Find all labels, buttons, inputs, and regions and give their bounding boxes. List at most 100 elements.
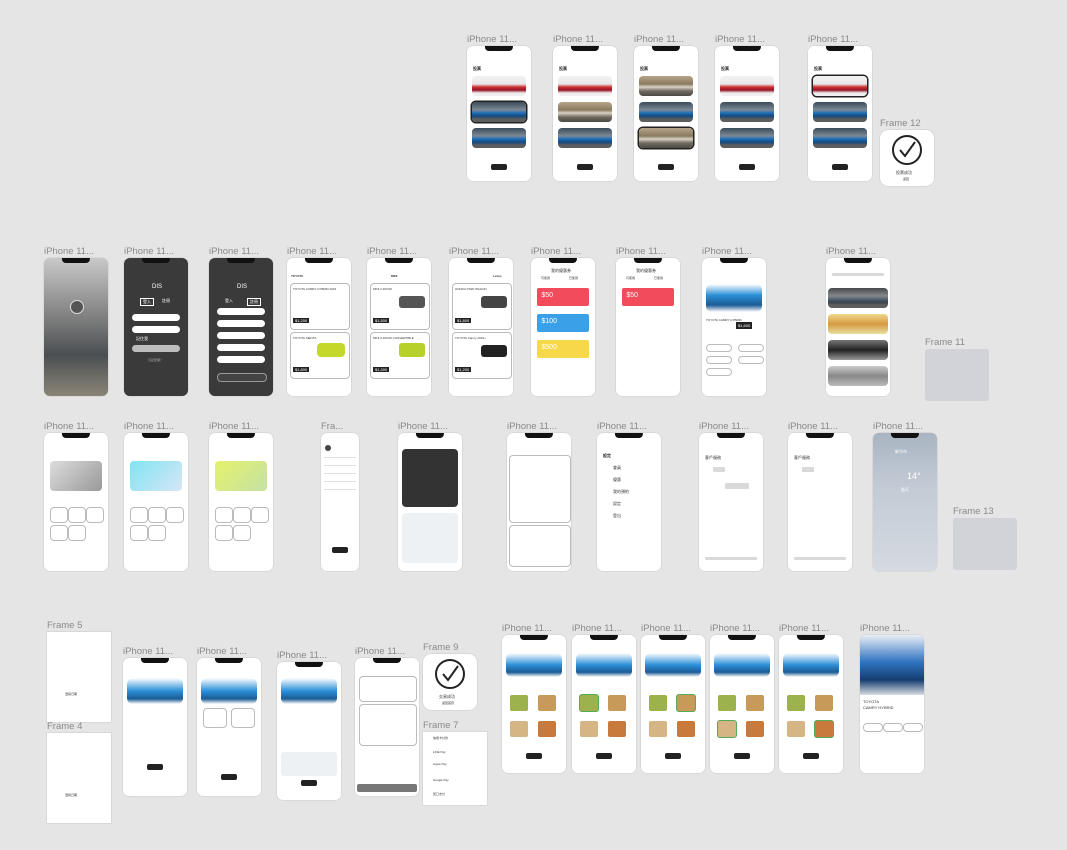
feature-tile[interactable]	[50, 507, 68, 523]
confirm-button[interactable]	[803, 753, 819, 759]
food-item[interactable]	[677, 695, 695, 711]
menu-item[interactable]: 設定	[613, 501, 621, 507]
gallery-image[interactable]	[828, 366, 888, 386]
register-field-1[interactable]	[216, 308, 266, 315]
coupon-100[interactable]: $100	[537, 314, 589, 332]
login-tab[interactable]: 登入	[225, 298, 233, 304]
brand-tab[interactable]: MINI	[391, 274, 397, 278]
food-item[interactable]	[746, 721, 764, 737]
feature-tile[interactable]	[130, 507, 148, 523]
car-listing-card[interactable]: TOYOTA CAMRY HYBRID 2019 $1,200	[290, 283, 350, 330]
feature-tile[interactable]	[215, 507, 233, 523]
feature-tile[interactable]	[68, 525, 86, 541]
food-item[interactable]	[718, 695, 736, 711]
coupon-tab-used[interactable]: 已使用	[569, 276, 578, 280]
payment-option[interactable]: 街口支付	[433, 792, 445, 796]
car-option-2[interactable]	[720, 102, 774, 122]
register-field-3[interactable]	[216, 332, 266, 339]
food-item[interactable]	[510, 695, 528, 711]
confirm-button[interactable]	[596, 753, 612, 759]
menu-item[interactable]: 我的預約	[613, 489, 629, 495]
feature-tile[interactable]	[130, 525, 148, 541]
food-item[interactable]	[510, 721, 528, 737]
order-card[interactable]	[509, 455, 571, 523]
search-bar[interactable]	[832, 273, 884, 276]
confirm-button[interactable]	[301, 780, 317, 786]
food-item[interactable]	[580, 695, 598, 711]
remember-checkbox[interactable]: 記住我	[136, 336, 148, 342]
coupon-tab-valid[interactable]: 可使用	[541, 276, 550, 280]
member-card[interactable]	[215, 461, 267, 491]
member-card[interactable]	[130, 461, 182, 491]
login-button[interactable]	[131, 345, 181, 352]
vote-submit-button[interactable]	[491, 164, 507, 170]
car-option-3[interactable]	[639, 128, 693, 148]
feature-tile[interactable]	[68, 507, 86, 523]
car-listing-card[interactable]: TOYOTA SIENTA $1,800	[290, 332, 350, 379]
food-item[interactable]	[649, 695, 667, 711]
food-item[interactable]	[538, 695, 556, 711]
confirm-button[interactable]	[221, 774, 237, 780]
feature-tile[interactable]	[148, 507, 166, 523]
car-option-2[interactable]	[639, 102, 693, 122]
car-option-3[interactable]	[558, 128, 612, 148]
option-chip[interactable]	[706, 356, 732, 364]
logout-button[interactable]	[332, 547, 348, 553]
payment-option[interactable]: 信用卡付款	[433, 736, 448, 740]
food-item[interactable]	[787, 721, 805, 737]
payment-option[interactable]: Apple Pay	[433, 762, 447, 766]
food-item[interactable]	[608, 695, 626, 711]
vote-submit-button[interactable]	[577, 164, 593, 170]
car-option-2[interactable]	[558, 102, 612, 122]
login-tab[interactable]: 登入	[140, 298, 154, 306]
food-item[interactable]	[538, 721, 556, 737]
gallery-image[interactable]	[828, 288, 888, 308]
car-listing-card[interactable]: TOYOTA Camry 2019+ $1,200	[452, 332, 512, 379]
vote-submit-button[interactable]	[658, 164, 674, 170]
order-card[interactable]	[509, 525, 571, 567]
message-input[interactable]	[794, 557, 846, 560]
confirm-button[interactable]	[734, 753, 750, 759]
option-chip[interactable]	[738, 356, 764, 364]
option-chip[interactable]	[706, 344, 732, 352]
menu-item[interactable]: 登出	[613, 513, 621, 519]
member-card[interactable]	[50, 461, 102, 491]
pickup-option[interactable]	[203, 708, 227, 728]
food-item[interactable]	[718, 721, 736, 737]
confirm-button[interactable]	[526, 753, 542, 759]
payment-option[interactable]: LINE Pay	[433, 750, 446, 754]
feature-tile[interactable]	[251, 507, 269, 523]
car-option-1[interactable]	[472, 76, 526, 96]
menu-item[interactable]: 優惠	[613, 477, 621, 483]
register-field-5[interactable]	[216, 356, 266, 363]
food-item[interactable]	[815, 695, 833, 711]
car-listing-card[interactable]: HONDA STEP WAGON $1,800	[452, 283, 512, 330]
keyboard[interactable]	[953, 518, 1017, 570]
payment-option[interactable]: Google Pay	[433, 778, 449, 782]
vote-submit-button[interactable]	[832, 164, 848, 170]
account-input[interactable]	[131, 314, 181, 321]
car-option-1[interactable]	[813, 76, 867, 96]
car-listing-card[interactable]: MINI 3-DOOR $1,500	[370, 283, 430, 330]
coupon-tab-valid[interactable]: 可使用	[626, 276, 635, 280]
feature-tile[interactable]	[233, 525, 251, 541]
gallery-image[interactable]	[828, 340, 888, 360]
password-input[interactable]	[131, 326, 181, 333]
brand-tab[interactable]: TOYOTA	[291, 274, 303, 278]
coupon-tab-used[interactable]: 已使用	[654, 276, 663, 280]
food-item[interactable]	[608, 721, 626, 737]
brand-tab[interactable]: Lexus	[493, 274, 502, 278]
option-chip[interactable]	[706, 368, 732, 376]
confirm-button[interactable]	[147, 764, 163, 770]
food-item[interactable]	[649, 721, 667, 737]
register-field-2[interactable]	[216, 320, 266, 327]
coupon-500[interactable]: $500	[537, 340, 589, 358]
register-button[interactable]	[216, 373, 268, 382]
coupon-50[interactable]: $50	[622, 288, 674, 306]
option-chip[interactable]	[738, 344, 764, 352]
car-option-1[interactable]	[639, 76, 693, 96]
car-option-3[interactable]	[720, 128, 774, 148]
coupon-50[interactable]: $50	[537, 288, 589, 306]
message-input[interactable]	[705, 557, 757, 560]
car-option-3[interactable]	[472, 128, 526, 148]
